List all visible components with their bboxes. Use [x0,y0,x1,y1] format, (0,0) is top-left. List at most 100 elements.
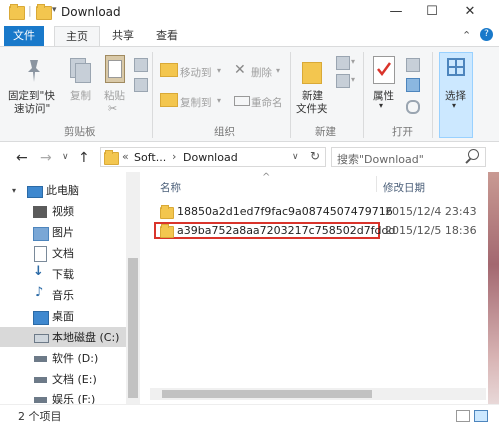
horizontal-scrollbar-thumb[interactable] [162,390,372,398]
cut-icon[interactable]: ✂ [108,102,117,115]
select-icon [447,58,465,76]
rename-button[interactable]: 重命名 [251,95,283,110]
edit-icon[interactable] [406,78,420,92]
forward-button[interactable]: → [40,150,52,166]
sidebar-item-videos[interactable]: 视频 [52,203,74,221]
copy-to-dropdown-icon[interactable]: ▾ [217,96,221,105]
refresh-icon[interactable]: ↻ [310,149,320,163]
copy-path-icon[interactable] [134,58,148,72]
window-title: Download [61,5,121,19]
copy-icon-back [75,63,91,83]
tab-home[interactable]: 主页 [54,26,100,47]
address-dropdown-icon[interactable]: ∨ [292,152,299,162]
column-divider[interactable] [376,176,377,192]
ribbon-separator [152,52,153,138]
video-icon [33,206,47,218]
qat-dropdown-icon[interactable]: ▾ [52,5,57,15]
breadcrumb-separator[interactable]: › [172,150,176,163]
music-icon: ♪ [35,285,44,300]
breadcrumb-download[interactable]: Download [183,151,238,164]
sidebar-item-this-pc[interactable]: 此电脑 [46,182,79,200]
new-folder-label-2[interactable]: 文件夹 [296,101,328,116]
recent-locations-button[interactable]: ∨ [62,152,69,162]
file-modified: 2015/12/4 23:43 [385,205,477,218]
easy-access-icon[interactable] [336,74,350,88]
properties-dropdown-icon[interactable]: ▾ [379,101,383,110]
tab-share[interactable]: 共享 [108,26,138,46]
delete-button[interactable]: 删除 [251,65,272,80]
select-dropdown-icon[interactable]: ▾ [452,101,456,110]
properties-button[interactable]: 属性 [373,88,394,103]
paste-shortcut-icon[interactable] [134,78,148,92]
pin-icon [22,58,46,84]
search-placeholder: 搜索"Download" [337,153,424,166]
ribbon-separator [290,52,291,138]
sidebar-item-desktop[interactable]: 桌面 [52,308,74,326]
organize-group-label: 组织 [214,126,235,138]
help-icon[interactable]: ? [480,28,493,41]
drive-icon [34,356,47,362]
move-to-icon [160,63,178,77]
close-button[interactable]: ✕ [452,0,488,24]
sidebar-item-drive-e[interactable]: 文档 (E:) [52,371,97,389]
drive-icon [34,334,49,343]
sidebar-item-downloads[interactable]: 下载 [52,266,74,284]
back-button[interactable]: ← [16,150,28,166]
desktop-icon [33,311,49,325]
copy-button[interactable]: 复制 [70,88,91,103]
minimize-button[interactable]: — [378,0,414,24]
new-item-icon[interactable] [336,56,350,70]
breadcrumb-overflow[interactable]: « [122,150,129,163]
new-item-dropdown-icon[interactable]: ▾ [351,57,355,66]
copy-to-button[interactable]: 复制到 [180,95,212,110]
properties-icon [373,56,395,84]
column-header-name[interactable]: 名称 [160,180,181,195]
sort-arrow-icon: ^ [262,172,271,183]
paste-icon-sheet [108,60,122,78]
pin-quick-access-label-2[interactable]: 速访问" [14,101,50,116]
new-folder-icon [302,62,322,84]
download-icon: ↓ [33,264,44,279]
file-name[interactable]: a39ba752a8aa7203217c758502d7fddd [177,224,396,237]
nav-pane-scrollbar-thumb[interactable] [128,258,138,398]
expand-pc-icon[interactable]: ▾ [12,186,16,195]
open-icon[interactable] [406,58,420,72]
breadcrumb-software[interactable]: Soft... [134,151,166,164]
folder-icon [160,224,174,238]
rename-icon [234,96,250,106]
easy-access-dropdown-icon[interactable]: ▾ [351,75,355,84]
drive-icon [34,397,47,403]
sidebar-item-documents[interactable]: 文档 [52,245,74,263]
move-to-dropdown-icon[interactable]: ▾ [217,66,221,75]
maximize-button[interactable]: ☐ [414,0,450,24]
column-header-modified[interactable]: 修改日期 [383,180,425,195]
folder-icon [9,4,25,20]
ribbon-separator [363,52,364,138]
item-count: 2 个项目 [18,410,62,423]
delete-icon: ✕ [234,62,246,78]
clipboard-group-label: 剪贴板 [64,126,96,138]
new-folder-qat-icon[interactable] [36,4,52,20]
delete-dropdown-icon[interactable]: ▾ [276,66,280,75]
new-group-label: 新建 [315,126,336,138]
documents-icon [34,246,47,262]
tab-file[interactable]: 文件 [4,26,44,46]
up-button[interactable]: ↑ [78,150,90,166]
status-bar [0,404,499,429]
sidebar-item-pictures[interactable]: 图片 [52,224,74,242]
history-icon[interactable] [406,100,420,114]
sidebar-item-music[interactable]: 音乐 [52,287,74,305]
move-to-button[interactable]: 移动到 [180,65,212,80]
large-icons-view-icon[interactable] [474,410,488,422]
sidebar-item-drive-c[interactable]: 本地磁盘 (C:) [52,329,119,347]
details-view-icon[interactable] [456,410,470,422]
drive-icon [34,377,47,383]
paste-button[interactable]: 粘贴 [104,88,125,103]
pictures-icon [33,227,49,241]
sidebar-item-drive-d[interactable]: 软件 (D:) [52,350,98,368]
folder-icon [160,205,174,219]
pc-icon [27,186,43,198]
ribbon-collapse-icon[interactable]: ⌃ [462,29,471,42]
file-name[interactable]: 18850a2d1ed7f9fac9a0874507479716 [177,205,393,218]
tab-view[interactable]: 查看 [152,26,182,46]
